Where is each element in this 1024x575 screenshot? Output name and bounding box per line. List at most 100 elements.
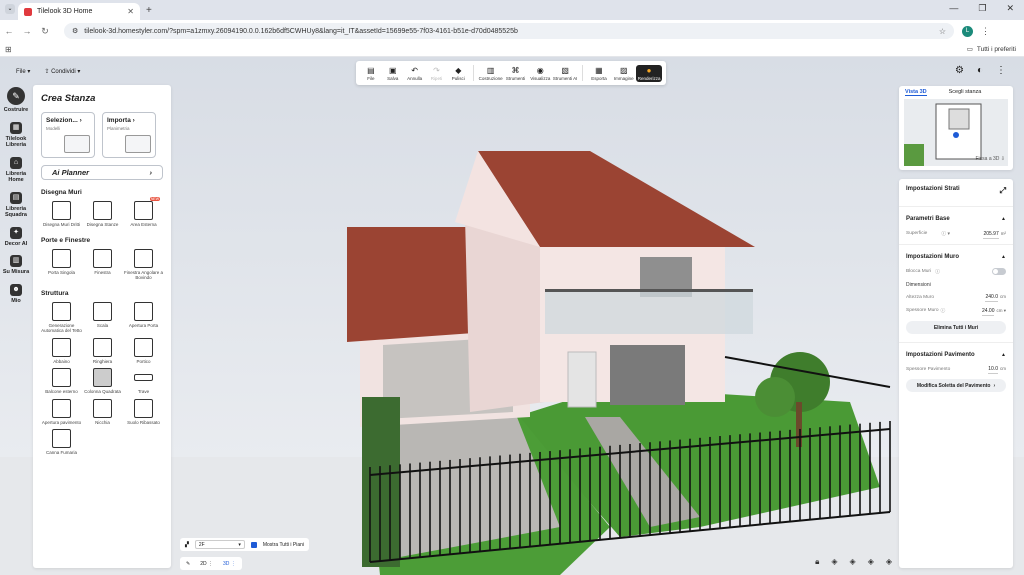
rail-item-home-library[interactable]: ⌂ Libreria Home [0, 156, 32, 184]
hedge [362, 397, 400, 567]
rail-item-tilelook-library[interactable]: ▦ Tilelook Libreria [0, 121, 32, 149]
wall-settings-header[interactable]: Impostazioni Muro ▲ [906, 254, 1006, 260]
site-info-icon[interactable]: ⚙ [72, 27, 78, 35]
stairs-tool[interactable]: Scala [82, 301, 123, 334]
browser-tab[interactable]: Tilelook 3D Home ✕ [18, 3, 140, 20]
tab-search-icon[interactable]: ⌄ [5, 4, 15, 14]
sunken-floor-tool[interactable]: Suolo Ribassato [123, 398, 164, 426]
floor-plan-icon[interactable]: ▞ [185, 542, 189, 548]
expand-icon[interactable]: ⤢ [1000, 186, 1006, 196]
draw-rooms-tool[interactable]: Disegna Stanze [82, 201, 123, 228]
profile-avatar[interactable]: L [962, 25, 973, 37]
door-opening-tool[interactable]: Apertura Porta [123, 301, 164, 334]
settings-gear-icon[interactable]: ⚙ [955, 65, 964, 76]
home-library-icon: ⌂ [10, 156, 22, 169]
browser-menu-icon[interactable]: ⋮ [981, 26, 990, 37]
floor-opening-tool[interactable]: Apertura pavimento [41, 398, 82, 426]
draw-straight-walls-tool[interactable]: Disegna Muri Dritti [41, 201, 82, 228]
pin-to-3d[interactable]: Fissa a 3D ⇩ [976, 156, 1006, 162]
toolbar-redo-button[interactable]: ↷ Ripeti [426, 66, 448, 81]
chimney-icon [52, 429, 71, 448]
floor-select[interactable]: 2F ▾ [194, 540, 245, 549]
wall-height-input[interactable]: 240.0 [985, 294, 998, 302]
toolbar-build-button[interactable]: ▥ Costruzione [478, 66, 503, 81]
top-right-controls: ⚙ ◐ ⋮ [955, 65, 1006, 76]
compass-icon: ✎ [7, 87, 25, 105]
help-icon[interactable]: ◐ [977, 65, 983, 76]
window-icon [93, 248, 112, 268]
bay-window-tool[interactable]: Finestra Angolare a Bovindo [123, 248, 164, 281]
square-column-tool[interactable]: Colonna Quadrata [82, 368, 123, 395]
show-all-floors-checkbox[interactable] [250, 541, 257, 548]
share-menu[interactable]: ⇪ Condividi ▾ [44, 68, 80, 75]
import-floorplan-card[interactable]: Importa › Planimetria [102, 112, 156, 158]
new-tab-icon[interactable]: + [146, 5, 152, 16]
toolbar-file-button[interactable]: ▤ File [360, 66, 382, 81]
dormer-tool[interactable]: Abbaino [41, 337, 82, 365]
pencil-icon[interactable]: ✎ [186, 561, 190, 567]
straight-wall-icon [52, 201, 71, 220]
sunken-floor-icon [134, 398, 153, 418]
base-params-header[interactable]: Parametri Base ▲ [906, 216, 1006, 222]
chimney-tool[interactable]: Canna Fumaria [41, 429, 82, 456]
toolbar-export-button[interactable]: ▦ Esporta [587, 66, 612, 81]
maximize-icon[interactable]: ❐ [978, 3, 986, 14]
lock-icon[interactable]: 🔒︎ [815, 557, 819, 567]
close-window-icon[interactable]: ✕ [1006, 3, 1014, 14]
toolbar-clear-button[interactable]: ◆ Pulisci [447, 66, 469, 81]
eraser-icon: ◆ [455, 65, 462, 75]
forward-icon[interactable]: → [18, 26, 36, 36]
niche-tool[interactable]: Nicchia [82, 398, 123, 426]
window-tool[interactable]: Finestra [82, 248, 123, 281]
toolbar-save-button[interactable]: ▣ Salva [382, 66, 404, 81]
tab-choose-room[interactable]: Scegli stanza [949, 89, 982, 96]
rail-item-mine[interactable]: ☻ Mio [0, 283, 32, 305]
outdoor-area-tool[interactable]: NEW Area Esterna [123, 197, 164, 228]
floor-thickness-input[interactable]: 10.0 [988, 366, 998, 374]
beam-tool[interactable]: Trave [123, 368, 164, 395]
rail-item-decor-ai[interactable]: ✦ Decor AI [0, 226, 32, 248]
camera-walk-icon[interactable]: ◈ [850, 557, 856, 567]
rail-item-team-library[interactable]: ▤ Libreria Squadra [0, 191, 32, 219]
railing-tool[interactable]: Ringhiera [82, 337, 123, 365]
porch-tool[interactable]: Portico [123, 337, 164, 365]
wall-thickness-input[interactable]: 24.00 [981, 307, 995, 316]
rail-item-build[interactable]: ✎ Costruire [0, 87, 32, 114]
balcony-tool[interactable]: Balcone esterno [41, 368, 82, 395]
bookmark-star-icon[interactable]: ☆ [939, 27, 946, 36]
more-icon[interactable]: ⋮ [996, 65, 1006, 76]
camera-snapshot-icon[interactable]: ◈ [886, 557, 892, 567]
file-menu[interactable]: File ▾ [16, 68, 30, 75]
delete-all-walls-button[interactable]: Elimina Tutti i Muri [906, 321, 1006, 334]
url-field[interactable]: ⚙ tilelook-3d.homestyler.com/?spm=a1zmxy… [64, 23, 954, 39]
apps-grid-icon[interactable]: ⊞ [5, 45, 12, 54]
minimize-icon[interactable]: — [949, 3, 958, 14]
camera-orbit-icon[interactable]: ◈ [831, 557, 837, 567]
section-doors-windows: Porte e Finestre [41, 236, 91, 244]
reload-icon[interactable]: ↻ [36, 26, 54, 37]
auto-roof-tool[interactable]: Generazione Automatica del Tetto [41, 301, 82, 334]
toolbar-image-button[interactable]: ▨ Immagine [611, 66, 636, 81]
camera-top-icon[interactable]: ◈ [868, 557, 874, 567]
all-bookmarks[interactable]: ▭ Tutti i preferiti [967, 45, 1016, 54]
view-thumbnail: Vista 3D Scegli stanza Fissa a 3D ⇩ [899, 86, 1013, 170]
floor-settings-header[interactable]: Impostazioni Pavimento ▲ [906, 352, 1006, 358]
ai-planner-button[interactable]: Ai Planner › [41, 165, 163, 180]
view-3d-button[interactable]: 3D ⋮ [223, 561, 236, 567]
back-icon[interactable]: ← [0, 26, 18, 36]
layer-settings-panel: Impostazioni Strati ⤢ Parametri Base ▲ Sup… [899, 179, 1013, 568]
lock-walls-toggle[interactable] [992, 268, 1006, 275]
select-templates-card[interactable]: Selezion... › Modelli [41, 112, 95, 158]
toolbar-undo-button[interactable]: ↶ Annulla [404, 66, 426, 81]
single-door-tool[interactable]: Porta Singola [41, 248, 82, 281]
tab-close-icon[interactable]: ✕ [127, 7, 134, 16]
all-bookmarks-label: Tutti i preferiti [976, 45, 1016, 53]
rail-item-custom[interactable]: ▥ Su Misura [0, 255, 32, 276]
toolbar-tools-button[interactable]: ⌘ Strumenti [503, 66, 528, 81]
toolbar-view-button[interactable]: ◉ Visualizza [528, 66, 553, 81]
tab-3d-view[interactable]: Vista 3D [905, 89, 927, 96]
edit-floor-slab-button[interactable]: Modifica Soletta del Pavimento › [906, 379, 1006, 392]
toolbar-ai-tools-button[interactable]: ▧ Strumenti AI [553, 66, 578, 81]
toolbar-render-button[interactable]: ● Renderizza [636, 64, 662, 82]
view-2d-button[interactable]: 2D ⋮ [200, 561, 213, 567]
